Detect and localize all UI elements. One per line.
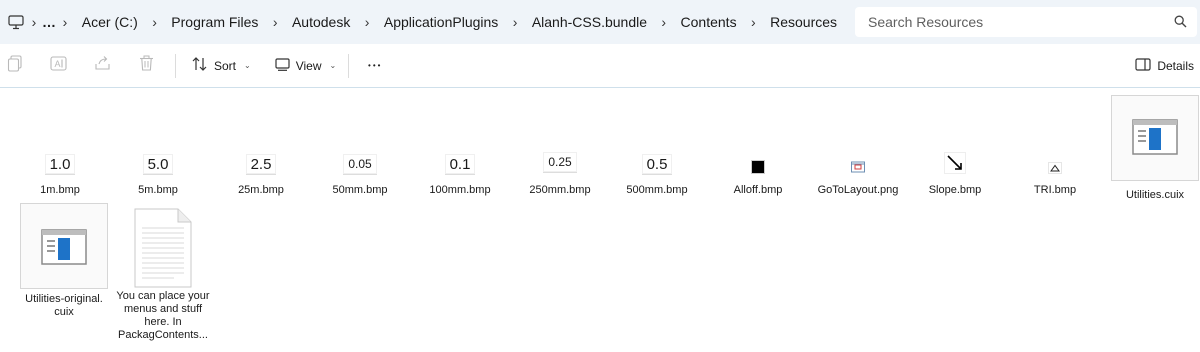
chevron-down-icon: ⌄ [329, 61, 337, 70]
breadcrumb-applicationplugins[interactable]: ApplicationPlugins [375, 14, 507, 30]
cuix-app-icon [1111, 115, 1199, 155]
delete-button[interactable] [131, 50, 161, 82]
file-name: Utilities-original. cuix [25, 293, 103, 318]
share-icon [94, 55, 111, 76]
file-grid: 1.0 1m.bmp 5.0 5m.bmp 2.5 25m.bmp 0.05 5… [0, 92, 1200, 352]
chevron-right-icon[interactable]: › [746, 14, 762, 30]
file-name: Alloff.bmp [733, 184, 783, 196]
bmp-thumbnail: 0.1 [415, 152, 505, 174]
slope-thumbnail [910, 152, 1000, 174]
search-box[interactable] [855, 7, 1197, 37]
toolbar-separator [348, 53, 350, 78]
view-icon [275, 57, 290, 74]
view-button[interactable]: View ⌄ [267, 50, 345, 82]
breadcrumb-contents[interactable]: Contents [672, 14, 746, 30]
cuix-app-icon [20, 225, 108, 265]
share-button[interactable] [87, 50, 117, 82]
toolbar-separator [175, 53, 176, 78]
chevron-down-icon: ⌄ [244, 61, 251, 70]
details-pane-icon [1135, 58, 1151, 74]
chevron-right-icon[interactable]: › [57, 14, 73, 30]
search-input[interactable] [868, 14, 1158, 30]
breadcrumb-resources[interactable]: Resources [761, 14, 846, 30]
file-name: You can place your menus and stuff here.… [116, 290, 210, 341]
file-name: 5m.bmp [138, 184, 178, 196]
file-name: GoToLayout.png [817, 184, 899, 196]
text-document-icon [118, 206, 208, 288]
rename-button[interactable]: A [43, 50, 73, 82]
copy-button[interactable] [0, 50, 30, 82]
file-name: Slope.bmp [928, 184, 982, 196]
bmp-thumbnail: 2.5 [216, 152, 306, 174]
breadcrumb-autodesk[interactable]: Autodesk [283, 14, 359, 30]
chevron-right-icon[interactable]: › [267, 14, 283, 30]
file-name: 250mm.bmp [529, 184, 591, 196]
chevron-right-icon[interactable]: › [26, 14, 42, 30]
gotolayout-thumbnail [813, 156, 903, 174]
file-name: 25m.bmp [238, 184, 284, 196]
alloff-thumbnail [713, 156, 803, 174]
chevron-right-icon[interactable]: › [359, 14, 375, 30]
search-icon[interactable] [1174, 15, 1187, 33]
chevron-right-icon[interactable]: › [507, 14, 523, 30]
breadcrumb-program-files[interactable]: Program Files [162, 14, 267, 30]
bmp-thumbnail: 0.5 [612, 152, 702, 174]
file-name: TRI.bmp [1033, 184, 1077, 196]
chevron-right-icon[interactable]: › [147, 14, 163, 30]
chevron-right-icon[interactable]: › [656, 14, 672, 30]
sort-icon [192, 57, 208, 74]
sort-label: Sort [214, 58, 237, 73]
bmp-thumbnail: 0.25 [515, 150, 605, 172]
file-name: 1m.bmp [40, 184, 80, 196]
tri-thumbnail [1010, 156, 1100, 174]
address-bar-row: › … › Acer (C:) › Program Files › Autode… [0, 0, 1200, 44]
breadcrumb-overflow-button[interactable]: … [42, 14, 58, 30]
view-label: View [295, 58, 322, 73]
bmp-thumbnail: 1.0 [15, 152, 105, 174]
address-bar[interactable]: › … › Acer (C:) › Program Files › Autode… [0, 7, 846, 37]
details-label: Details [1157, 59, 1194, 73]
see-more-button[interactable]: ••• [357, 50, 393, 82]
bmp-thumbnail: 5.0 [113, 152, 203, 174]
command-bar: A Sort ⌄ View ⌄ ••• Details [0, 44, 1200, 88]
svg-text:A: A [54, 59, 60, 69]
details-button[interactable]: Details [1135, 50, 1194, 82]
file-name: 100mm.bmp [429, 184, 491, 196]
breadcrumb-acer-c[interactable]: Acer (C:) [73, 14, 147, 30]
file-name: 500mm.bmp [626, 184, 688, 196]
trash-icon [139, 55, 154, 76]
this-pc-icon[interactable] [5, 7, 26, 37]
bmp-thumbnail: 0.05 [315, 152, 405, 174]
copy-icon [7, 54, 23, 77]
file-name: 50mm.bmp [332, 184, 388, 196]
rename-icon: A [49, 55, 67, 77]
file-name: Utilities.cuix [1125, 189, 1185, 201]
sort-button[interactable]: Sort ⌄ [184, 50, 259, 82]
breadcrumb-alanh-css-bundle[interactable]: Alanh-CSS.bundle [523, 14, 656, 30]
